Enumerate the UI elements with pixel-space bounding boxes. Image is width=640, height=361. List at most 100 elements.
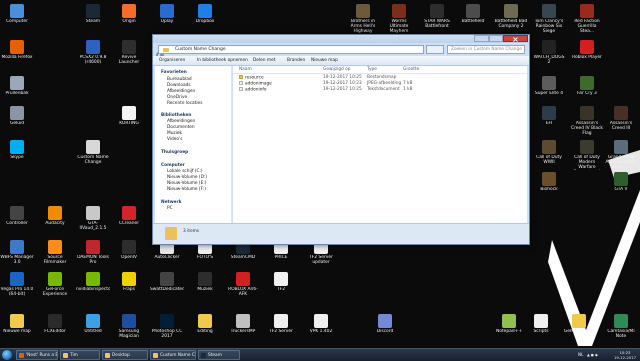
start-button[interactable] xyxy=(2,350,12,360)
taskbar-item[interactable]: Custom Name Ch... xyxy=(150,350,196,360)
sidebar-item-videos[interactable]: Video's xyxy=(167,137,182,143)
desktop-icon[interactable]: Custom Name Change xyxy=(76,140,110,165)
desktop-icon[interactable]: Battlefield Bad Company 2 xyxy=(494,4,528,29)
close-button[interactable] xyxy=(503,35,528,42)
desktop-icon[interactable]: ROBLOX Anti-AFK xyxy=(226,272,260,297)
minimize-button[interactable] xyxy=(474,35,489,42)
desktop-icon[interactable]: WATCH_DOGS 2 xyxy=(532,40,566,65)
sidebar-item-recent-locations[interactable]: Recente locaties xyxy=(167,101,202,107)
burn-button[interactable]: Branden xyxy=(287,56,305,65)
desktop-icon[interactable]: Scripts xyxy=(524,314,558,334)
desktop-icon-image xyxy=(430,4,444,18)
desktop-icon[interactable]: Computer xyxy=(0,4,34,24)
taskbar-item-label: Desktop xyxy=(112,353,130,358)
organize-menu[interactable]: Organiseren xyxy=(159,56,185,65)
desktop-icon[interactable]: Grand Theft Auto Episodes from ... xyxy=(604,140,638,170)
column-type[interactable]: Type xyxy=(367,66,377,73)
desktop-icon-label: STAR WARS Battlefront xyxy=(424,19,450,29)
desktop-icon[interactable]: Biohock xyxy=(532,172,566,192)
desktop-icon[interactable]: Controller xyxy=(0,206,34,226)
desktop-icon[interactable]: Mozilla Firefox xyxy=(0,40,34,60)
taskbar-item[interactable]: Steam xyxy=(198,350,240,360)
file-row[interactable]: addoninfo 19-12-2017 10:25 Tekstdocument 1 … xyxy=(233,87,527,93)
desktop-icon[interactable]: Roblox Player xyxy=(570,40,604,60)
desktop-icon[interactable]: Brothers in Arms Hell's Highway xyxy=(346,4,380,34)
desktop-icon[interactable]: Call of Duty Modern Warfare Remastered xyxy=(570,140,604,170)
title-bar[interactable] xyxy=(153,35,529,43)
desktop-icon[interactable]: Steam xyxy=(76,4,110,24)
desktop-icon[interactable]: KORTING xyxy=(112,106,146,126)
desktop-icon[interactable]: Uplay xyxy=(150,4,184,24)
desktop-icon[interactable]: EFI xyxy=(532,106,566,126)
desktop-icon[interactable]: GTA-IIVaud_2.1.5 xyxy=(76,206,110,231)
desktop-icon[interactable]: Dropbox xyxy=(188,4,222,24)
tray-icons[interactable]: ▲ ◼ ◆ xyxy=(587,349,598,361)
desktop-icon[interactable]: Editing xyxy=(188,314,222,334)
desktop-icon[interactable]: Notepad++ xyxy=(492,314,526,334)
desktop-icon[interactable]: VPK 1.402 xyxy=(304,314,338,334)
clock[interactable]: 10:23 19-12-2017 xyxy=(610,350,640,360)
desktop-icon[interactable]: Tom Clancy's Rainbow Six Siege xyxy=(532,4,566,34)
taskbar-item[interactable]: 'Nest' Runs a Bo... xyxy=(16,350,58,360)
desktop-icon[interactable]: Geluid xyxy=(0,106,34,126)
desktop-icon[interactable]: Muziek xyxy=(188,272,222,292)
new-folder-button[interactable]: Nieuwe map xyxy=(311,56,338,65)
address-bar[interactable]: Custom Name Change xyxy=(158,45,424,54)
desktop-icon[interactable]: Audacity xyxy=(38,206,72,226)
desktop-icon[interactable]: Far Cry 3 xyxy=(570,76,604,96)
desktop-icon[interactable]: TruckersMP xyxy=(226,314,260,334)
desktop-icon[interactable]: Untitled xyxy=(76,314,110,334)
desktop-icon[interactable]: Battlefield xyxy=(456,4,490,24)
desktop-icon[interactable]: Samsung Magician xyxy=(112,314,146,339)
desktop-icon[interactable]: WBFS Manager 3.0 xyxy=(0,240,34,265)
taskbar-item[interactable]: Desktop xyxy=(102,350,148,360)
taskbar-item[interactable]: Tim xyxy=(60,350,100,360)
desktop-icon[interactable]: Prullenbak xyxy=(0,76,34,96)
desktop-icon[interactable]: CCleaner xyxy=(112,206,146,226)
desktop-icon[interactable]: Revive Launcher xyxy=(112,40,146,65)
desktop-icon-label: Camtasia/Mi Note xyxy=(607,329,635,339)
column-date[interactable]: Gewijzigd op xyxy=(323,66,351,73)
desktop-icon[interactable]: FCXEditor xyxy=(38,314,72,334)
desktop-icon[interactable]: Skype xyxy=(0,140,34,160)
desktop-icon[interactable]: Assassin's Creed IV Black Flag xyxy=(570,106,604,136)
desktop-icon[interactable]: STAR WARS Battlefront xyxy=(420,4,454,29)
search-input[interactable]: Zoeken in Custom Name Change xyxy=(447,45,525,54)
desktop-icon[interactable]: TF2 Server xyxy=(264,314,298,334)
sidebar-item-network-pc[interactable]: PC xyxy=(167,206,173,212)
command-bar: Organiseren In bibliotheek opnemen Delen… xyxy=(153,56,529,66)
desktop-icon[interactable]: Worms Ultimate Mayhem xyxy=(382,4,416,34)
desktop-icon[interactable]: Super Elite 4 xyxy=(532,76,566,96)
desktop-icon[interactable]: Discord xyxy=(368,314,402,334)
share-with-menu[interactable]: Delen met xyxy=(253,56,275,65)
include-in-library-menu[interactable]: In bibliotheek opnemen xyxy=(197,56,248,65)
desktop-icon[interactable]: GeForce Experience xyxy=(38,272,72,297)
desktop-icon[interactable]: GTA V xyxy=(604,172,638,192)
desktop-icon[interactable]: Nieuwe map xyxy=(0,314,34,334)
desktop-icon-image xyxy=(542,140,556,154)
desktop-icon[interactable]: nvidiabinspector xyxy=(76,272,110,292)
refresh-button[interactable] xyxy=(426,45,444,54)
desktop-icon[interactable]: Camtasia/Mi Note xyxy=(604,314,638,339)
desktop-icon[interactable]: Vegas Pro 14.0 (64-bit) xyxy=(0,272,34,297)
sidebar-item-favorites[interactable]: Favorieten xyxy=(161,70,187,76)
desktop-icon[interactable]: Fraps xyxy=(112,272,146,292)
maximize-button[interactable] xyxy=(489,35,503,42)
column-size[interactable]: Grootte xyxy=(403,66,419,73)
language-indicator[interactable]: NL xyxy=(578,349,583,361)
column-name[interactable]: Naam xyxy=(239,66,252,73)
desktop-icon[interactable]: Assassin's Creed III xyxy=(604,106,638,131)
sidebar-item-homegroup[interactable]: Thuisgroep xyxy=(161,150,188,156)
desktop-icon[interactable]: Red Faction Guerrilla Stea... xyxy=(570,4,604,34)
desktop-icon[interactable]: DAEMON Tools Pro xyxy=(76,240,110,265)
desktop-icon[interactable]: OpenIV xyxy=(112,240,146,260)
desktop-icon[interactable]: Origin xyxy=(112,4,146,24)
sidebar-item-volume-f[interactable]: Nieuw-Volume (F:) xyxy=(167,187,206,193)
desktop-icon[interactable]: PCSX2 0.9.8 (r4600) xyxy=(76,40,110,65)
desktop-icon[interactable]: Photoshop CC 2017 xyxy=(150,314,184,339)
desktop-icon[interactable]: Gemis dingen xyxy=(562,314,596,334)
desktop-icon[interactable]: Source Filmmaker xyxy=(38,240,72,265)
desktop-icon[interactable]: TF2 xyxy=(264,272,298,292)
desktop-icon[interactable]: Call of Duty WWII xyxy=(532,140,566,165)
desktop-icon[interactable]: SwattDedicatedSe... xyxy=(150,272,184,292)
